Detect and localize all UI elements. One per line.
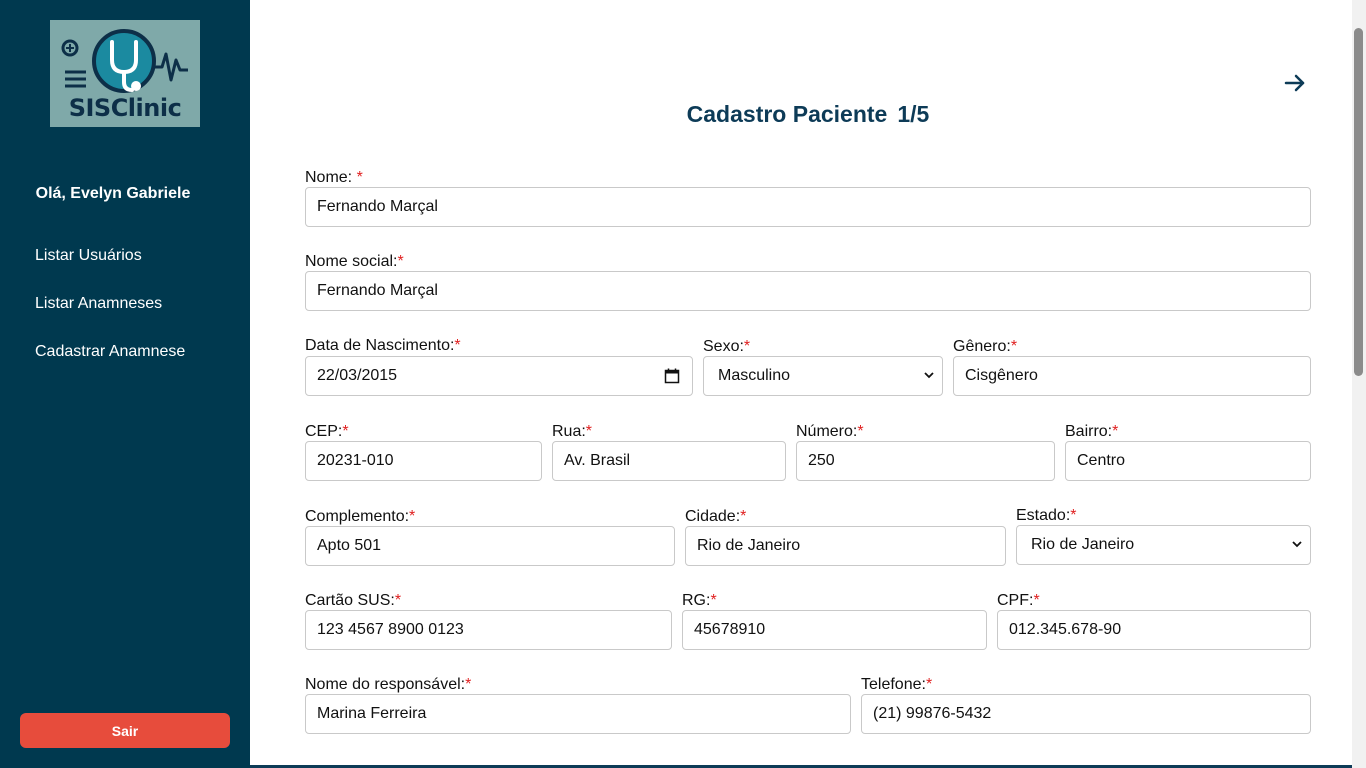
logo-text: SISClinic <box>68 94 182 122</box>
chevron-down-icon <box>924 357 934 395</box>
rua-label: Rua:* <box>552 423 593 440</box>
cartao-sus-input[interactable]: 123 4567 8900 0123 <box>305 610 672 650</box>
genero-label: Gênero:* <box>953 338 1018 355</box>
telefone-input[interactable]: (21) 99876-5432 <box>861 694 1311 734</box>
nome-input[interactable]: Fernando Marçal <box>305 187 1311 227</box>
numero-label: Número:* <box>796 423 864 440</box>
cidade-input[interactable]: Rio de Janeiro <box>685 526 1006 566</box>
title-text: Cadastro Paciente <box>686 101 888 127</box>
numero-input[interactable]: 250 <box>796 441 1055 481</box>
cpf-input[interactable]: 012.345.678-90 <box>997 610 1311 650</box>
greeting: Olá, Evelyn Gabriele <box>35 185 191 202</box>
cidade-label: Cidade:* <box>685 508 747 525</box>
cartao-sus-label: Cartão SUS:* <box>305 592 402 609</box>
data-nascimento-value: 22/03/2015 <box>317 367 398 384</box>
data-nascimento-label: Data de Nascimento:* <box>305 337 461 354</box>
rg-label: RG:* <box>682 592 717 609</box>
arrow-right-icon[interactable] <box>1282 70 1308 96</box>
cep-input[interactable]: 20231-010 <box>305 441 542 481</box>
complemento-label: Complemento:* <box>305 508 416 525</box>
nav-listar-anamneses[interactable]: Listar Anamneses <box>35 295 162 313</box>
step-indicator: 1/5 <box>897 101 930 127</box>
sexo-label: Sexo:* <box>703 338 751 355</box>
telefone-label: Telefone:* <box>861 676 933 693</box>
sidebar: SISClinic Olá, Evelyn Gabriele Listar Us… <box>0 0 250 768</box>
nav-listar-usuarios[interactable]: Listar Usuários <box>35 247 142 265</box>
nome-social-label: Nome social:* <box>305 253 404 270</box>
cpf-label: CPF:* <box>997 592 1040 609</box>
responsavel-label: Nome do responsável:* <box>305 676 472 693</box>
rua-input[interactable]: Av. Brasil <box>552 441 786 481</box>
bairro-input[interactable]: Centro <box>1065 441 1311 481</box>
estado-value: Rio de Janeiro <box>1031 536 1135 553</box>
data-nascimento-input[interactable]: 22/03/2015 <box>305 356 693 396</box>
calendar-icon[interactable] <box>664 368 680 384</box>
logout-button[interactable]: Sair <box>20 713 230 748</box>
nome-label: Nome: * <box>305 169 363 186</box>
sisclinic-logo: SISClinic <box>50 20 200 127</box>
scrollbar-thumb[interactable] <box>1354 28 1363 376</box>
chevron-down-icon <box>1292 526 1302 564</box>
estado-label: Estado:* <box>1016 507 1077 524</box>
bairro-label: Bairro:* <box>1065 423 1119 440</box>
nome-social-input[interactable]: Fernando Marçal <box>305 271 1311 311</box>
nav-cadastrar-anamnese[interactable]: Cadastrar Anamnese <box>35 343 185 361</box>
rg-input[interactable]: 45678910 <box>682 610 987 650</box>
cep-label: CEP:* <box>305 423 349 440</box>
sexo-value: Masculino <box>718 367 791 384</box>
complemento-input[interactable]: Apto 501 <box>305 526 675 566</box>
estado-select[interactable]: Rio de Janeiro <box>1016 525 1311 565</box>
sexo-select[interactable]: Masculino <box>703 356 943 396</box>
responsavel-input[interactable]: Marina Ferreira <box>305 694 851 734</box>
page-title: Cadastro Paciente 1/5 <box>650 101 966 128</box>
genero-input[interactable]: Cisgênero <box>953 356 1311 396</box>
